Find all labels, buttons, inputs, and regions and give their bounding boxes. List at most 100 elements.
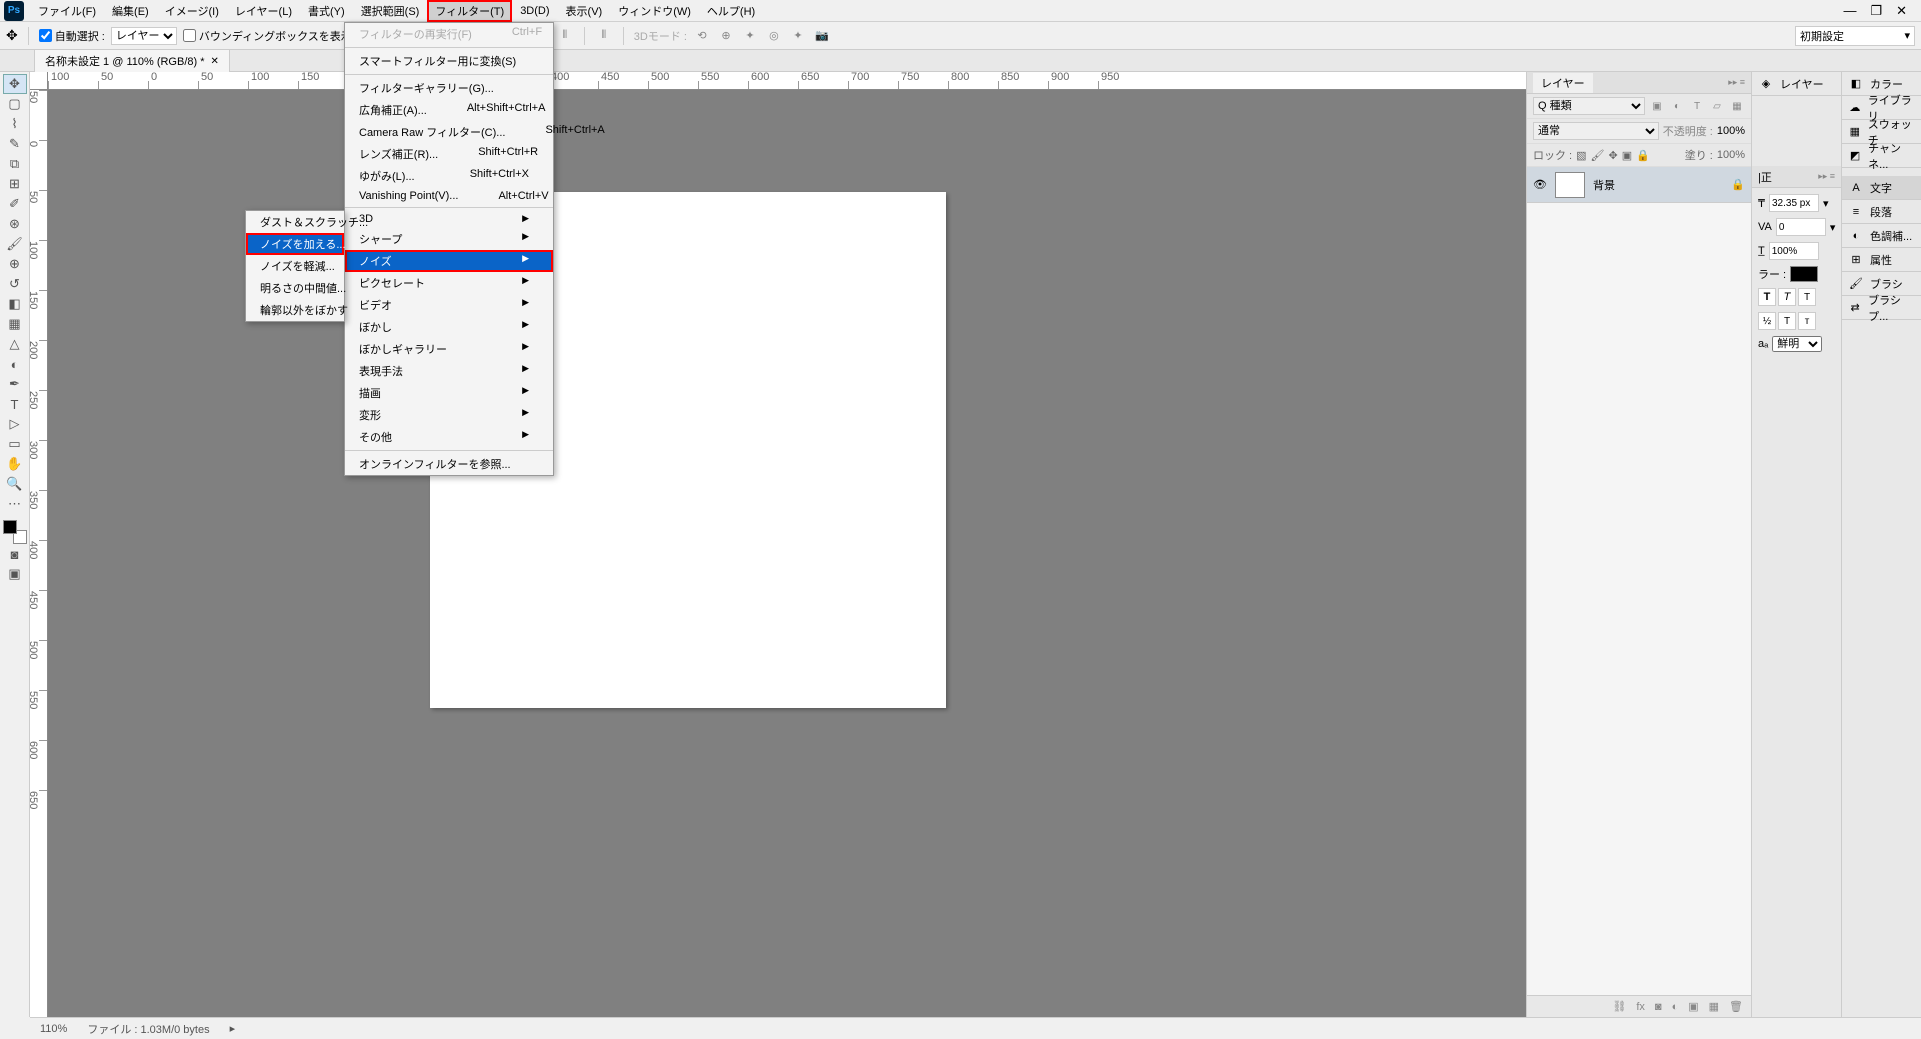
filter-sub-5[interactable]: ぼかし▶ bbox=[345, 316, 553, 338]
lock-artboard-icon[interactable]: ▣ bbox=[1622, 149, 1632, 162]
paragraph-minitab[interactable]: ≡段落 bbox=[1842, 200, 1921, 224]
type-tool[interactable]: T bbox=[3, 394, 27, 414]
noise-item-0[interactable]: ダスト＆スクラッチ... bbox=[246, 211, 344, 233]
menu-書式y[interactable]: 書式(Y) bbox=[300, 0, 353, 22]
menu-編集e[interactable]: 編集(E) bbox=[104, 0, 157, 22]
auto-select-checkbox[interactable]: 自動選択 : bbox=[39, 28, 105, 44]
delete-icon[interactable]: 🗑 bbox=[1729, 1000, 1743, 1013]
filter-browse-online[interactable]: オンラインフィルターを参照... bbox=[345, 453, 553, 475]
filter-sub-1[interactable]: シャープ▶ bbox=[345, 228, 553, 250]
menu-選択範囲s[interactable]: 選択範囲(S) bbox=[353, 0, 428, 22]
filter-camera-raw[interactable]: Camera Raw フィルター(C)...Shift+Ctrl+A bbox=[345, 121, 553, 143]
italic-button[interactable]: T bbox=[1778, 288, 1796, 306]
correction-tab-label[interactable]: |正 bbox=[1758, 169, 1772, 185]
maximize-icon[interactable]: ❐ bbox=[1870, 3, 1882, 19]
menu-3dd[interactable]: 3D(D) bbox=[512, 2, 557, 20]
scale-input[interactable] bbox=[1769, 242, 1819, 260]
show-bbox-checkbox[interactable]: バウンディングボックスを表示 bbox=[183, 28, 352, 44]
move-tool[interactable]: ✥ bbox=[3, 74, 27, 94]
smallcaps-button[interactable]: ᴛ bbox=[1798, 312, 1816, 330]
menu-ファイルf[interactable]: ファイル(F) bbox=[30, 0, 104, 22]
lock-position-icon[interactable]: ✥ bbox=[1609, 149, 1618, 162]
color-swatches[interactable] bbox=[3, 520, 27, 544]
layer-item[interactable]: 👁 背景 🔒 bbox=[1527, 167, 1751, 203]
document-tab[interactable]: 名称未設定 1 @ 110% (RGB/8) * ✕ bbox=[34, 49, 230, 72]
fraction-button[interactable]: ½ bbox=[1758, 312, 1776, 330]
history-brush-tool[interactable]: ↺ bbox=[3, 274, 27, 294]
menu-イメージi[interactable]: イメージ(I) bbox=[157, 0, 227, 22]
font-size-input[interactable] bbox=[1769, 194, 1819, 212]
filter-pixel-icon[interactable]: ▣ bbox=[1649, 98, 1665, 114]
workspace-selector[interactable]: 初期設定▾ bbox=[1795, 26, 1915, 46]
character-minitab[interactable]: A文字 bbox=[1842, 176, 1921, 200]
crop-tool[interactable]: ⧉ bbox=[3, 154, 27, 174]
lock-all-icon[interactable]: 🔒 bbox=[1636, 149, 1650, 162]
minimize-icon[interactable]: — bbox=[1843, 3, 1856, 19]
layer-thumbnail[interactable] bbox=[1555, 172, 1585, 198]
blend-mode-select[interactable]: 通常 bbox=[1533, 122, 1659, 140]
zoom-level[interactable]: 110% bbox=[40, 1023, 67, 1035]
filter-sub-3[interactable]: ピクセレート▶ bbox=[345, 272, 553, 294]
brushes-preset-minitab[interactable]: ⇄ブラシプ... bbox=[1842, 296, 1921, 320]
screen-mode-tool[interactable]: ▣ bbox=[3, 564, 27, 584]
fx-icon[interactable]: fx bbox=[1636, 1001, 1645, 1013]
eraser-tool[interactable]: ◧ bbox=[3, 294, 27, 314]
filter-smart-icon[interactable]: ▦ bbox=[1729, 98, 1745, 114]
filter-lens[interactable]: レンズ補正(R)...Shift+Ctrl+R bbox=[345, 143, 553, 165]
filter-liquify[interactable]: ゆがみ(L)...Shift+Ctrl+X bbox=[345, 165, 553, 187]
link-icon[interactable]: ⛓ bbox=[1612, 1000, 1626, 1013]
path-select-tool[interactable]: ▷ bbox=[3, 414, 27, 434]
tracking-input[interactable] bbox=[1776, 218, 1826, 236]
menu-フィルターt[interactable]: フィルター(T) bbox=[427, 0, 512, 22]
adjustments-minitab[interactable]: ◐色調補... bbox=[1842, 224, 1921, 248]
menu-表示v[interactable]: 表示(V) bbox=[558, 0, 611, 22]
status-arrow-icon[interactable]: ▸ bbox=[230, 1022, 236, 1035]
layer-minitab[interactable]: ◈レイヤー bbox=[1752, 72, 1841, 96]
marquee-tool[interactable]: ▢ bbox=[3, 94, 27, 114]
filter-gallery[interactable]: フィルターギャラリー(G)... bbox=[345, 77, 553, 99]
frame-tool[interactable]: ⊞ bbox=[3, 174, 27, 194]
eyedropper-tool[interactable]: ✐ bbox=[3, 194, 27, 214]
distribute-icon-2[interactable]: ⦀ bbox=[556, 27, 574, 45]
standard-button[interactable]: T bbox=[1778, 312, 1796, 330]
noise-item-4[interactable]: 輪郭以外をぼかす bbox=[246, 299, 344, 321]
lasso-tool[interactable]: ⌇ bbox=[3, 114, 27, 134]
lock-transparent-icon[interactable]: ▧ bbox=[1576, 149, 1586, 162]
gradient-tool[interactable]: ▦ bbox=[3, 314, 27, 334]
collapse-icon[interactable]: ▸▸ ≡ bbox=[1728, 77, 1745, 88]
noise-item-1[interactable]: ノイズを加える... bbox=[246, 233, 344, 255]
filter-sub-0[interactable]: 3D▶ bbox=[345, 210, 553, 228]
zoom-tool[interactable]: 🔍 bbox=[3, 474, 27, 494]
menu-ウィンドウw[interactable]: ウィンドウ(W) bbox=[610, 0, 699, 22]
filter-sub-10[interactable]: その他▶ bbox=[345, 426, 553, 448]
filter-sub-9[interactable]: 変形▶ bbox=[345, 404, 553, 426]
filter-sub-8[interactable]: 描画▶ bbox=[345, 382, 553, 404]
lock-image-icon[interactable]: 🖌 bbox=[1591, 149, 1605, 162]
adjustment-icon[interactable]: ◐ bbox=[1672, 1001, 1679, 1013]
filter-wide-angle[interactable]: 広角補正(A)...Alt+Shift+Ctrl+A bbox=[345, 99, 553, 121]
filter-adjust-icon[interactable]: ◐ bbox=[1669, 98, 1685, 114]
hand-tool[interactable]: ✋ bbox=[3, 454, 27, 474]
filter-type-icon[interactable]: T bbox=[1689, 98, 1705, 114]
edit-toolbar[interactable]: ⋯ bbox=[3, 494, 27, 514]
layer-lock-icon[interactable]: 🔒 bbox=[1731, 178, 1745, 191]
distribute-icon-3[interactable]: ⦀ bbox=[595, 27, 613, 45]
fill-value[interactable]: 100% bbox=[1717, 149, 1745, 161]
blur-tool[interactable]: △ bbox=[3, 334, 27, 354]
shape-tool[interactable]: ▭ bbox=[3, 434, 27, 454]
mask-icon[interactable]: ◙ bbox=[1655, 1001, 1662, 1013]
filter-smart-convert[interactable]: スマートフィルター用に変換(S) bbox=[345, 50, 553, 72]
layers-tab[interactable]: レイヤー bbox=[1533, 73, 1593, 93]
filter-sub-2[interactable]: ノイズ▶ bbox=[345, 250, 553, 272]
noise-item-3[interactable]: 明るさの中間値... bbox=[246, 277, 344, 299]
file-info[interactable]: ファイル : 1.03M/0 bytes bbox=[87, 1021, 209, 1037]
menu-レイヤーl[interactable]: レイヤー(L) bbox=[227, 0, 300, 22]
dodge-tool[interactable]: ◐ bbox=[3, 354, 27, 374]
quick-select-tool[interactable]: ✎ bbox=[3, 134, 27, 154]
filter-rerun[interactable]: フィルターの再実行(F)Ctrl+F bbox=[345, 23, 553, 45]
filter-sub-6[interactable]: ぼかしギャラリー▶ bbox=[345, 338, 553, 360]
pen-tool[interactable]: ✒ bbox=[3, 374, 27, 394]
opacity-value[interactable]: 100% bbox=[1717, 125, 1745, 137]
new-layer-icon[interactable]: ▦ bbox=[1709, 1000, 1719, 1013]
visibility-icon[interactable]: 👁 bbox=[1533, 178, 1547, 191]
